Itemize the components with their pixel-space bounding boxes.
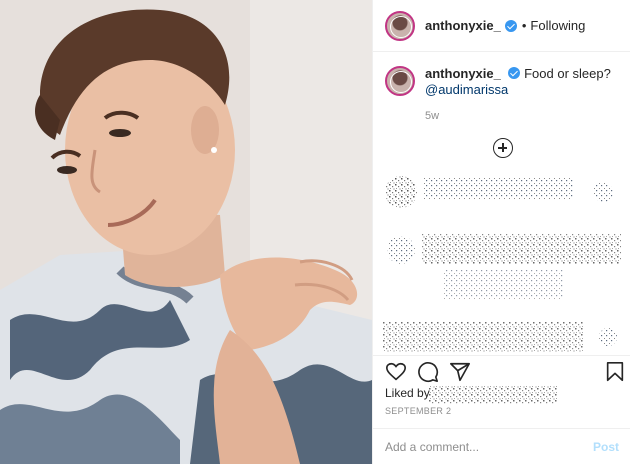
obscured-comments	[383, 176, 621, 352]
comment-icon[interactable]	[417, 361, 439, 383]
caption-body: Food or sleep?	[524, 66, 611, 81]
heart-icon[interactable]	[385, 361, 407, 383]
photo-illustration	[0, 0, 372, 464]
verified-icon	[508, 67, 521, 79]
obscured-liked-by-names	[429, 386, 557, 404]
post-photo[interactable]	[0, 0, 372, 464]
comment-bar: Post	[373, 428, 630, 464]
following-button[interactable]: Following	[530, 18, 585, 33]
post-side-panel: anthonyxie_ • Following anthonyxie_ Food…	[372, 0, 630, 464]
add-circle-icon[interactable]	[493, 138, 513, 158]
comment-input[interactable]	[385, 439, 575, 454]
avatar[interactable]	[385, 10, 415, 41]
username-link[interactable]: anthonyxie_	[425, 18, 501, 33]
caption: anthonyxie_ Food or sleep? @audimarissa	[385, 66, 621, 98]
separator-dot: •	[521, 18, 527, 33]
share-icon[interactable]	[449, 361, 471, 383]
post-comment-button[interactable]: Post	[593, 440, 619, 454]
bookmark-icon[interactable]	[604, 361, 626, 383]
liked-by-label: Liked by	[385, 386, 430, 400]
caption-mention-link[interactable]: @audimarissa	[425, 82, 508, 97]
caption-username[interactable]: anthonyxie_	[425, 66, 501, 81]
action-bar	[373, 355, 630, 385]
post-age: 5w	[425, 110, 440, 122]
caption-avatar[interactable]	[385, 66, 415, 96]
caption-text: anthonyxie_ Food or sleep? @audimarissa	[425, 66, 611, 98]
post-header: anthonyxie_ • Following	[373, 0, 630, 52]
post-date[interactable]: SEPTEMBER 2	[385, 406, 451, 416]
verified-icon	[504, 19, 517, 32]
post-modal: anthonyxie_ • Following anthonyxie_ Food…	[0, 0, 630, 464]
